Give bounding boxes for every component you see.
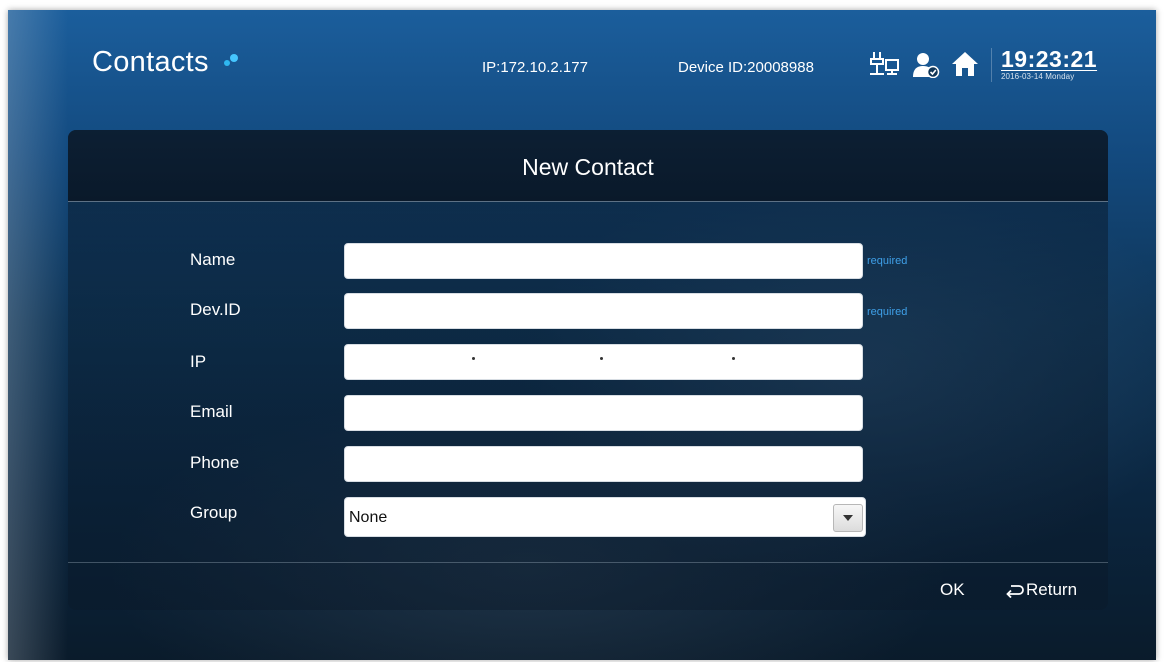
email-label: Email bbox=[190, 402, 233, 421]
name-required-hint: required bbox=[867, 255, 908, 267]
network-icon[interactable] bbox=[868, 50, 900, 78]
clock-date: 2016-03-14 Monday bbox=[1001, 72, 1075, 81]
new-contact-panel: New Contact Name required Dev.ID require… bbox=[68, 130, 1108, 610]
app-title: Contacts bbox=[92, 46, 209, 78]
email-field[interactable] bbox=[344, 395, 863, 431]
group-dropdown-button[interactable] bbox=[833, 504, 863, 532]
ip-address-label: IP:172.10.2.177 bbox=[482, 59, 588, 76]
ip-separator bbox=[472, 357, 475, 360]
logo-dots-icon bbox=[224, 54, 238, 68]
panel-header: New Contact bbox=[68, 130, 1108, 202]
home-icon[interactable] bbox=[950, 50, 980, 78]
panel-title: New Contact bbox=[522, 154, 654, 180]
group-label: Group bbox=[190, 503, 238, 522]
dev-id-required-hint: required bbox=[867, 306, 908, 318]
user-status-icon[interactable] bbox=[912, 52, 940, 79]
ip-field[interactable] bbox=[344, 344, 863, 380]
clock-time: 19:23:21 bbox=[1001, 46, 1098, 72]
top-bar: Contacts IP:172.10.2.177 Device ID:20008… bbox=[8, 10, 1156, 120]
name-field[interactable] bbox=[344, 243, 863, 279]
chevron-down-icon bbox=[843, 515, 853, 521]
app-screen: Contacts IP:172.10.2.177 Device ID:20008… bbox=[8, 10, 1156, 660]
ip-label: IP bbox=[190, 352, 207, 371]
device-id-label: Device ID:20008988 bbox=[678, 59, 814, 76]
dev-id-field[interactable] bbox=[344, 293, 863, 329]
phone-field[interactable] bbox=[344, 446, 863, 482]
ip-separator bbox=[732, 357, 735, 360]
phone-label: Phone bbox=[190, 453, 240, 472]
ip-separator bbox=[600, 357, 603, 360]
dev-id-label: Dev.ID bbox=[190, 300, 241, 319]
name-label: Name bbox=[190, 250, 236, 269]
footer-divider bbox=[68, 562, 1108, 563]
return-icon bbox=[1006, 585, 1024, 598]
header-divider bbox=[991, 48, 992, 82]
return-label: Return bbox=[1026, 580, 1078, 599]
ok-button[interactable]: OK bbox=[940, 580, 965, 600]
group-select[interactable]: None bbox=[344, 497, 866, 537]
group-select-value: None bbox=[349, 509, 388, 526]
